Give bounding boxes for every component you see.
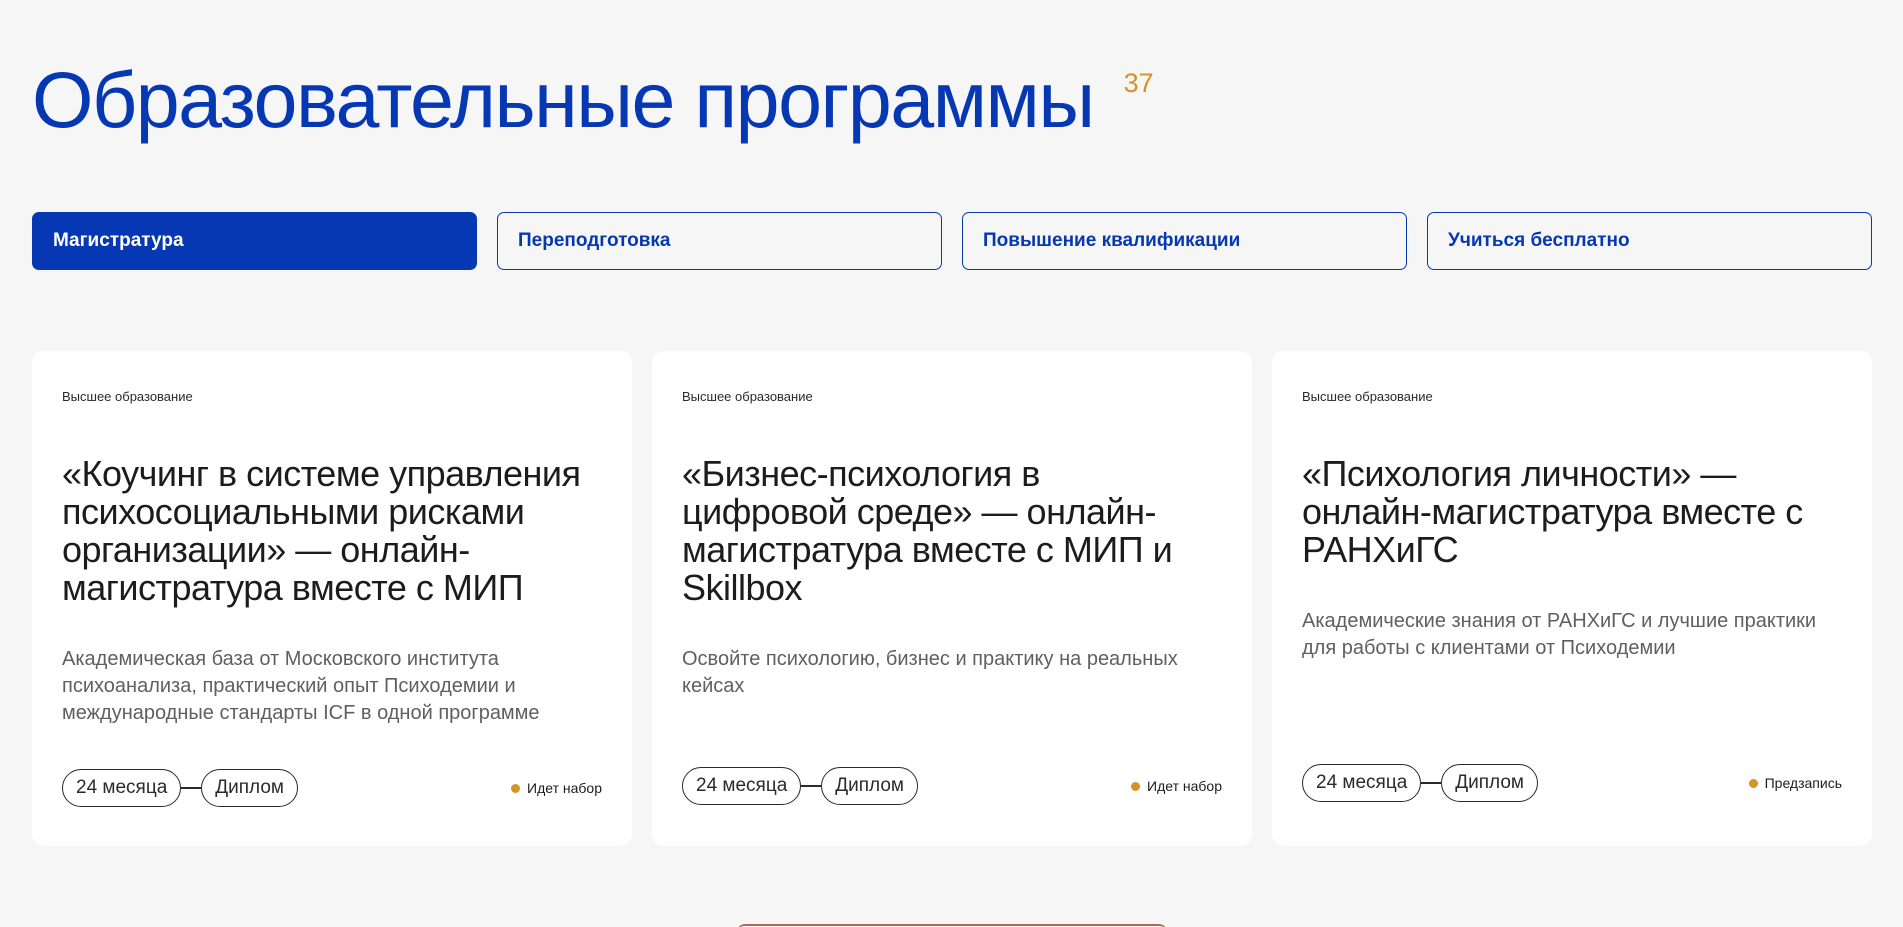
card-title[interactable]: «Психология личности» — онлайн-магистрат… xyxy=(1302,455,1822,569)
document-pill: Диплом xyxy=(821,767,918,805)
tab-masters[interactable]: Магистратура xyxy=(32,212,477,270)
status-dot-icon xyxy=(1131,781,1141,791)
status-label: Идет набор xyxy=(527,780,602,796)
status-label: Предзапись xyxy=(1764,775,1842,791)
status-dot-icon xyxy=(1748,778,1758,788)
duration-pill: 24 месяца xyxy=(682,767,802,805)
duration-pill: 24 месяца xyxy=(1302,764,1422,802)
page: Образовательные программы 37 Магистратур… xyxy=(0,0,1903,927)
program-cards: Высшее образование «Коучинг в системе уп… xyxy=(32,351,1872,846)
card-description: Освойте психологию, бизнес и практику на… xyxy=(682,648,1178,697)
card-title[interactable]: «Коучинг в системе управления психосоциа… xyxy=(62,455,607,607)
section-header: Образовательные программы 37 xyxy=(32,58,1154,142)
tab-study-free[interactable]: Учиться бесплатно xyxy=(1427,212,1872,270)
pill-connector xyxy=(1421,782,1442,784)
page-title: Образовательные программы xyxy=(32,55,1095,144)
tab-advanced-training[interactable]: Повышение квалификации xyxy=(962,212,1407,270)
card-title[interactable]: «Бизнес-психология в цифровой среде» — о… xyxy=(682,455,1202,607)
enrollment-status: Идет набор xyxy=(1131,778,1222,794)
card-description: Академическая база от Московского инстит… xyxy=(62,648,540,724)
program-card[interactable]: Высшее образование «Бизнес-психология в … xyxy=(652,351,1252,846)
pill-connector xyxy=(801,785,822,787)
card-category: Высшее образование xyxy=(682,389,813,404)
program-card[interactable]: Высшее образование «Психология личности»… xyxy=(1272,351,1872,846)
program-card[interactable]: Высшее образование «Коучинг в системе уп… xyxy=(32,351,632,846)
card-category: Высшее образование xyxy=(62,389,193,404)
enrollment-status: Идет набор xyxy=(511,780,602,796)
card-footer: 24 месяца Диплом Идет набор xyxy=(62,769,602,807)
duration-pill: 24 месяца xyxy=(62,769,182,807)
card-description: Академические знания от РАНХиГС и лучшие… xyxy=(1302,610,1817,659)
enrollment-status: Предзапись xyxy=(1748,775,1842,791)
card-category: Высшее образование xyxy=(1302,389,1433,404)
tab-retraining[interactable]: Переподготовка xyxy=(497,212,942,270)
status-label: Идет набор xyxy=(1147,778,1222,794)
program-type-tabs: Магистратура Переподготовка Повышение кв… xyxy=(32,212,1872,270)
card-footer: 24 месяца Диплом Предзапись xyxy=(1302,764,1842,802)
pill-connector xyxy=(181,787,202,789)
document-pill: Диплом xyxy=(201,769,298,807)
status-dot-icon xyxy=(511,783,521,793)
card-footer: 24 месяца Диплом Идет набор xyxy=(682,767,1222,805)
program-count-badge: 37 xyxy=(1123,68,1154,98)
document-pill: Диплом xyxy=(1441,764,1538,802)
